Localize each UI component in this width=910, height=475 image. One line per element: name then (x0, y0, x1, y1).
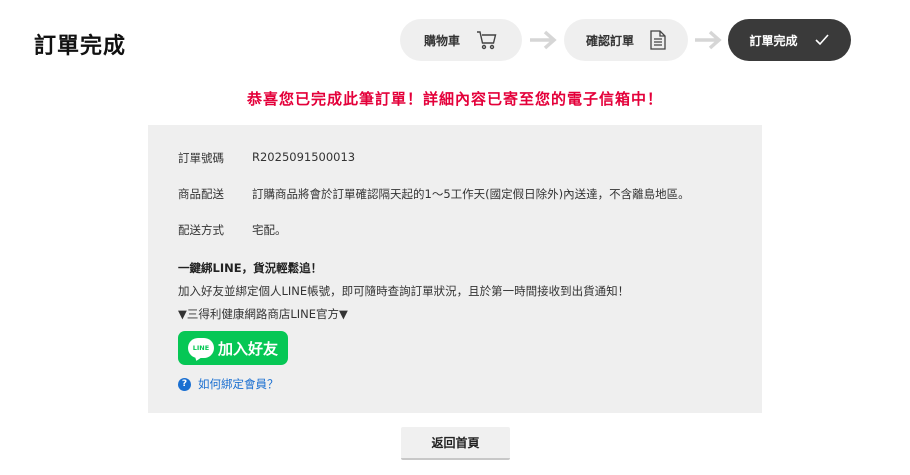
step-arrow-icon (695, 30, 722, 50)
step-complete: 訂單完成 (728, 19, 851, 61)
step-arrow-icon (530, 30, 557, 50)
line-bind-help-link[interactable]: ? 如何綁定會員？ (178, 376, 279, 392)
line-promo-description: 加入好友並綁定個人LINE帳號，即可隨時查詢訂單狀況，且於第一時間接收到出貨通知… (178, 284, 630, 298)
line-add-friend-label: 加入好友 (217, 339, 278, 358)
step-complete-label: 訂單完成 (749, 33, 798, 48)
line-add-friend-button[interactable]: LINE 加入好友 (178, 331, 288, 365)
delivery-value: 訂購商品將會於訂單確認隔天起的1～5工作天(國定假日除外)內送達，不含離島地區。 (252, 187, 690, 201)
order-info-panel: 訂單號碼 R2025091500013 商品配送 訂購商品將會於訂單確認隔天起的… (148, 125, 762, 413)
step-cart-label: 購物車 (423, 33, 460, 48)
order-number-value: R2025091500013 (252, 150, 356, 164)
delivery-method-value: 宅配。 (252, 223, 287, 237)
return-home-button[interactable]: 返回首頁 (401, 427, 510, 460)
line-logo-icon: LINE (187, 338, 214, 358)
line-bind-help-label: 如何綁定會員？ (198, 377, 279, 391)
question-icon: ? (178, 377, 191, 391)
order-number-label: 訂單號碼 (178, 151, 224, 165)
check-icon (814, 33, 830, 47)
delivery-label: 商品配送 (178, 187, 224, 201)
order-number-row: 訂單號碼 R2025091500013 (178, 150, 355, 166)
step-cart: 購物車 (400, 19, 522, 61)
page-title: 訂單完成 (34, 34, 127, 59)
document-icon (650, 30, 666, 50)
success-message: 恭喜您已完成此筆訂單！詳細內容已寄至您的電子信箱中！ (246, 90, 663, 108)
step-confirm: 確認訂單 (564, 19, 688, 61)
delivery-row: 商品配送 訂購商品將會於訂單確認隔天起的1～5工作天(國定假日除外)內送達，不含… (178, 186, 690, 202)
step-confirm-label: 確認訂單 (585, 33, 634, 48)
cart-icon (476, 30, 498, 50)
line-official-label: ▼三得利健康網路商店LINE官方▼ (178, 307, 348, 321)
line-promo-title: 一鍵綁LINE，貨況輕鬆追！ (178, 261, 323, 275)
delivery-method-label: 配送方式 (178, 223, 224, 237)
delivery-method-row: 配送方式 宅配。 (178, 222, 287, 238)
